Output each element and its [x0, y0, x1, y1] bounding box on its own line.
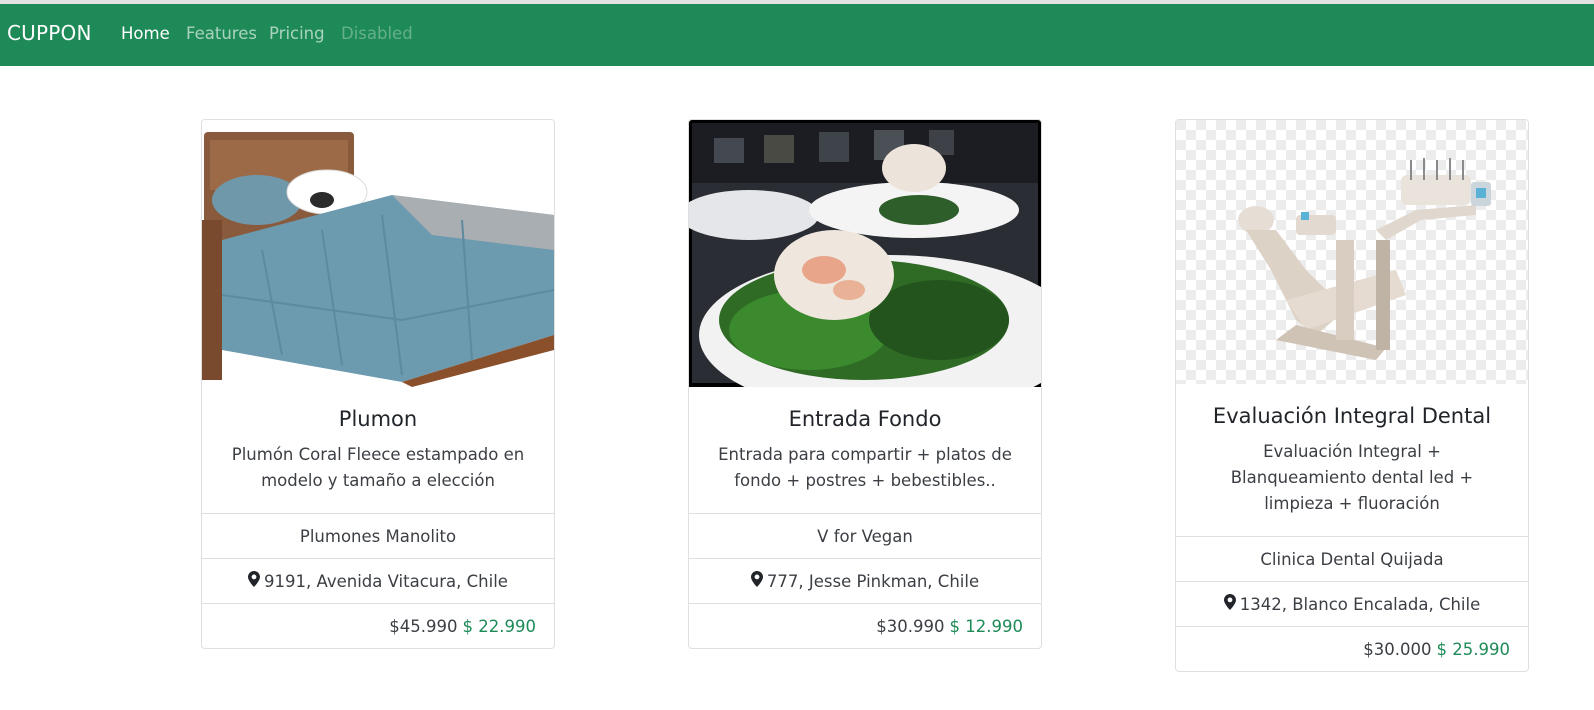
card-description: Plumón Coral Fleece estampado en modelo …: [231, 445, 525, 490]
price-new: $ 25.990: [1436, 639, 1510, 659]
address-text: 1342, Blanco Encalada, Chile: [1239, 594, 1481, 614]
navbar: CUPPON Home Features Pricing Disabled: [0, 4, 1594, 66]
company-name: V for Vegan: [817, 526, 913, 546]
map-marker-icon: [1223, 594, 1236, 614]
card-title: Entrada Fondo: [788, 407, 942, 431]
nav-link-features[interactable]: Features: [186, 24, 257, 43]
card-price: $30.000 $ 25.990: [1176, 626, 1528, 671]
deal-card-entrada-fondo[interactable]: Entrada Fondo Entrada para compartir + p…: [688, 119, 1042, 649]
nav-link-pricing[interactable]: Pricing: [269, 24, 325, 43]
card-body: Plumon Plumón Coral Fleece estampado en …: [202, 407, 554, 513]
price-old: $30.990: [876, 616, 945, 636]
card-description: Entrada para compartir + platos de fondo…: [718, 445, 1012, 490]
card-address: 1342, Blanco Encalada, Chile: [1176, 581, 1528, 626]
company-name: Plumones Manolito: [299, 526, 457, 546]
map-marker-icon: [750, 571, 763, 591]
card-body: Entrada Fondo Entrada para compartir + p…: [689, 407, 1041, 513]
price-old: $45.990: [389, 616, 458, 636]
deal-card-evaluacion-dental[interactable]: Evaluación Integral Dental Evaluación In…: [1175, 119, 1529, 672]
price-new: $ 12.990: [949, 616, 1023, 636]
address-text: 9191, Avenida Vitacura, Chile: [264, 571, 508, 591]
card-title: Evaluación Integral Dental: [1212, 404, 1492, 428]
card-address: 777, Jesse Pinkman, Chile: [689, 558, 1041, 603]
address-text: 777, Jesse Pinkman, Chile: [766, 571, 980, 591]
salad-dish-photo: [689, 120, 1041, 387]
card-title: Plumon: [338, 407, 418, 431]
brand-logo[interactable]: CUPPON: [7, 21, 92, 45]
dental-chair-photo: [1176, 120, 1528, 384]
card-address: 9191, Avenida Vitacura, Chile: [202, 558, 554, 603]
map-marker-icon: [248, 571, 261, 591]
card-body: Evaluación Integral Dental Evaluación In…: [1176, 404, 1528, 536]
deal-card-plumon[interactable]: Plumon Plumón Coral Fleece estampado en …: [201, 119, 555, 649]
card-company: V for Vegan: [689, 513, 1041, 558]
nav-link-home[interactable]: Home: [121, 24, 170, 43]
price-new: $ 22.990: [462, 616, 536, 636]
card-description: Evaluación Integral + Blanqueamiento den…: [1230, 442, 1474, 513]
bed-comforter-photo: [202, 120, 554, 387]
card-price: $30.990 $ 12.990: [689, 603, 1041, 648]
card-company: Clinica Dental Quijada: [1176, 536, 1528, 581]
company-name: Clinica Dental Quijada: [1260, 549, 1444, 569]
nav-link-disabled: Disabled: [341, 24, 413, 43]
card-company: Plumones Manolito: [202, 513, 554, 558]
price-old: $30.000: [1363, 639, 1432, 659]
card-price: $45.990 $ 22.990: [202, 603, 554, 648]
